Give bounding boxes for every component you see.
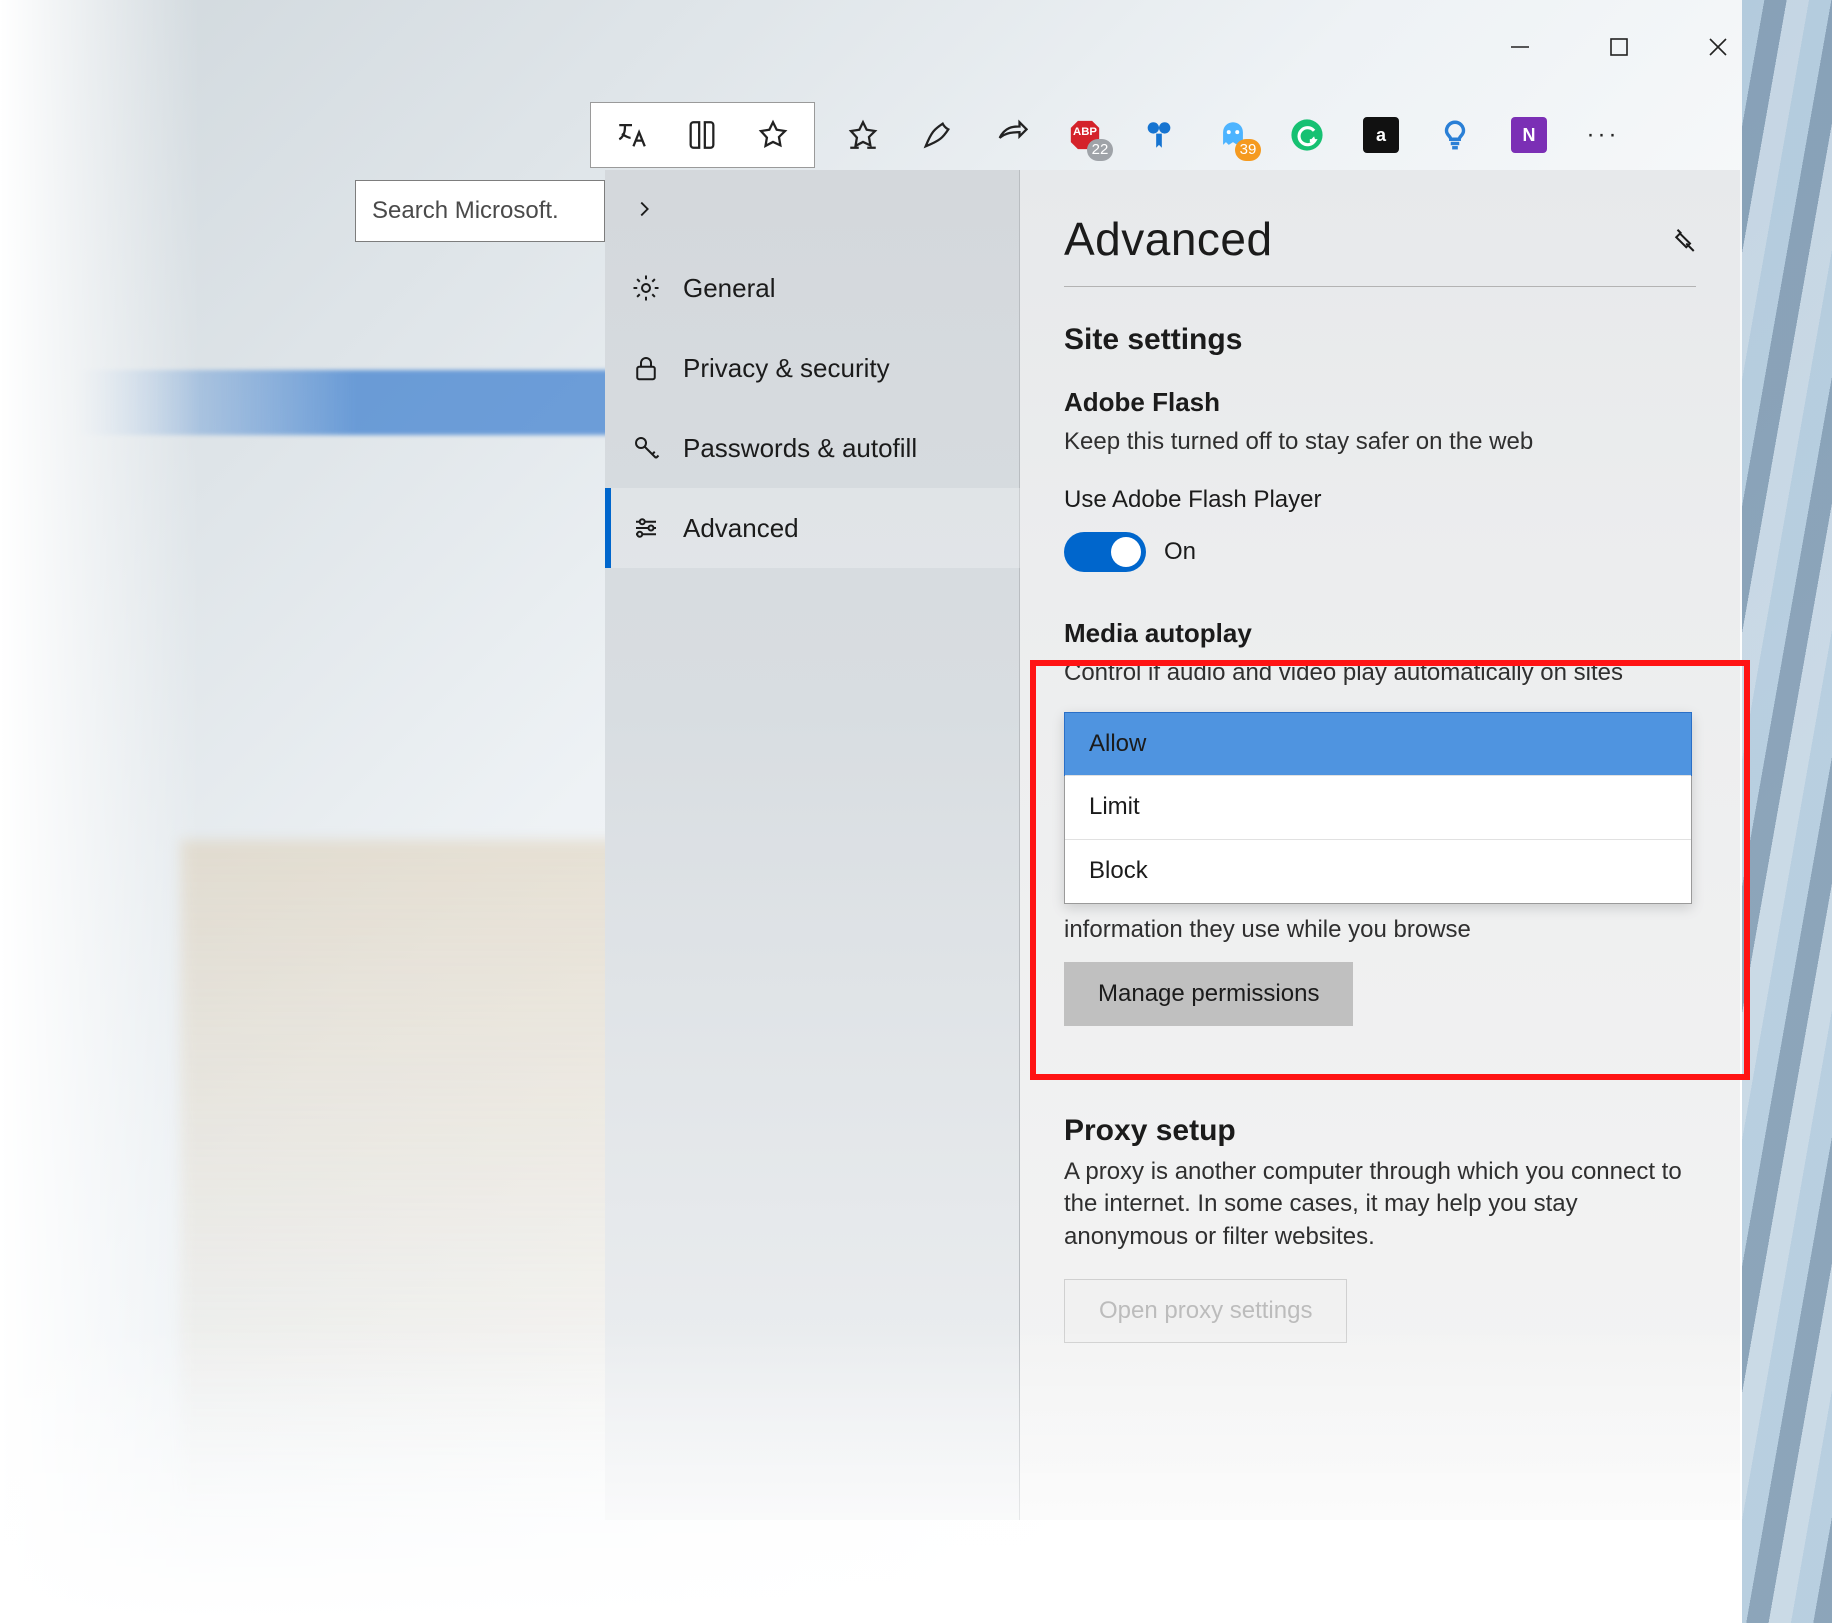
favorites-star-icon[interactable]	[843, 115, 883, 155]
minimize-button[interactable]	[1498, 25, 1542, 69]
autoplay-option-allow[interactable]: Allow	[1064, 712, 1692, 776]
divider	[1064, 286, 1696, 287]
window-controls	[1498, 25, 1740, 69]
section-title-site-settings: Site settings	[1064, 323, 1696, 357]
sidebar-item-advanced[interactable]: Advanced	[605, 488, 1020, 568]
key-icon	[631, 433, 661, 463]
maximize-button[interactable]	[1597, 25, 1641, 69]
settings-sidebar: General Privacy & security Passwords & a…	[605, 170, 1020, 1520]
sidebar-item-label: Advanced	[683, 513, 799, 544]
open-proxy-settings-button[interactable]: Open proxy settings	[1064, 1279, 1347, 1343]
gear-icon	[631, 273, 661, 303]
pin-icon[interactable]	[1670, 226, 1700, 256]
sidebar-item-passwords[interactable]: Passwords & autofill	[605, 408, 1020, 488]
extension-blue-icon[interactable]	[1435, 115, 1475, 155]
browser-window: ABP 22 39 a	[0, 0, 1760, 1520]
lock-icon	[631, 353, 661, 383]
favorite-star-outline-icon[interactable]	[753, 115, 793, 155]
flash-heading: Adobe Flash	[1064, 387, 1696, 418]
proxy-description: A proxy is another computer through whic…	[1064, 1156, 1696, 1253]
sidebar-item-label: Passwords & autofill	[683, 433, 917, 464]
ghostery-badge: 39	[1235, 139, 1261, 161]
sidebar-back-chevron[interactable]	[605, 170, 1020, 248]
amazon-icon[interactable]: a	[1361, 115, 1401, 155]
sidebar-item-label: Privacy & security	[683, 353, 890, 384]
autoplay-option-block[interactable]: Block	[1065, 839, 1691, 903]
autoplay-heading: Media autoplay	[1064, 618, 1696, 649]
partial-text-under-dropdown: information they use while you browse	[1064, 916, 1696, 944]
flash-toggle-label: Use Adobe Flash Player	[1064, 486, 1696, 514]
adblock-badge: 22	[1087, 139, 1113, 161]
search-placeholder-text: Search Microsoft.	[372, 197, 559, 225]
ghostery-icon[interactable]: 39	[1213, 115, 1253, 155]
reading-list-icon[interactable]	[682, 115, 722, 155]
autoplay-dropdown[interactable]: Allow Limit Block	[1064, 712, 1692, 904]
more-icon[interactable]: ···	[1583, 115, 1623, 155]
grammarly-icon[interactable]	[1287, 115, 1327, 155]
onenote-icon[interactable]: N	[1509, 115, 1549, 155]
sliders-icon	[631, 513, 661, 543]
flash-toggle[interactable]	[1064, 532, 1146, 572]
page-search-input[interactable]: Search Microsoft.	[355, 180, 605, 242]
pen-icon[interactable]	[917, 115, 957, 155]
autoplay-description: Control if audio and video play automati…	[1064, 657, 1696, 689]
svg-text:ABP: ABP	[1073, 126, 1097, 138]
address-bar-actions	[590, 102, 815, 168]
adblock-icon[interactable]: ABP 22	[1065, 115, 1105, 155]
flash-description: Keep this turned off to stay safer on th…	[1064, 426, 1696, 458]
share-icon[interactable]	[991, 115, 1031, 155]
settings-main-panel: Advanced Site settings Adobe Flash Keep …	[1020, 170, 1740, 1520]
manage-permissions-button[interactable]: Manage permissions	[1064, 962, 1353, 1026]
sidebar-item-privacy[interactable]: Privacy & security	[605, 328, 1020, 408]
proxy-heading: Proxy setup	[1064, 1114, 1696, 1148]
flash-toggle-state: On	[1164, 538, 1196, 566]
rewards-icon[interactable]	[1139, 115, 1179, 155]
toolbar-extensions: ABP 22 39 a	[833, 115, 1623, 155]
sidebar-item-general[interactable]: General	[605, 248, 1020, 328]
translate-icon[interactable]	[612, 115, 652, 155]
sidebar-item-label: General	[683, 273, 776, 304]
autoplay-option-limit[interactable]: Limit	[1065, 775, 1691, 839]
close-button[interactable]	[1696, 25, 1740, 69]
browser-toolbar: ABP 22 39 a	[590, 100, 1750, 170]
panel-title: Advanced	[1064, 212, 1696, 266]
